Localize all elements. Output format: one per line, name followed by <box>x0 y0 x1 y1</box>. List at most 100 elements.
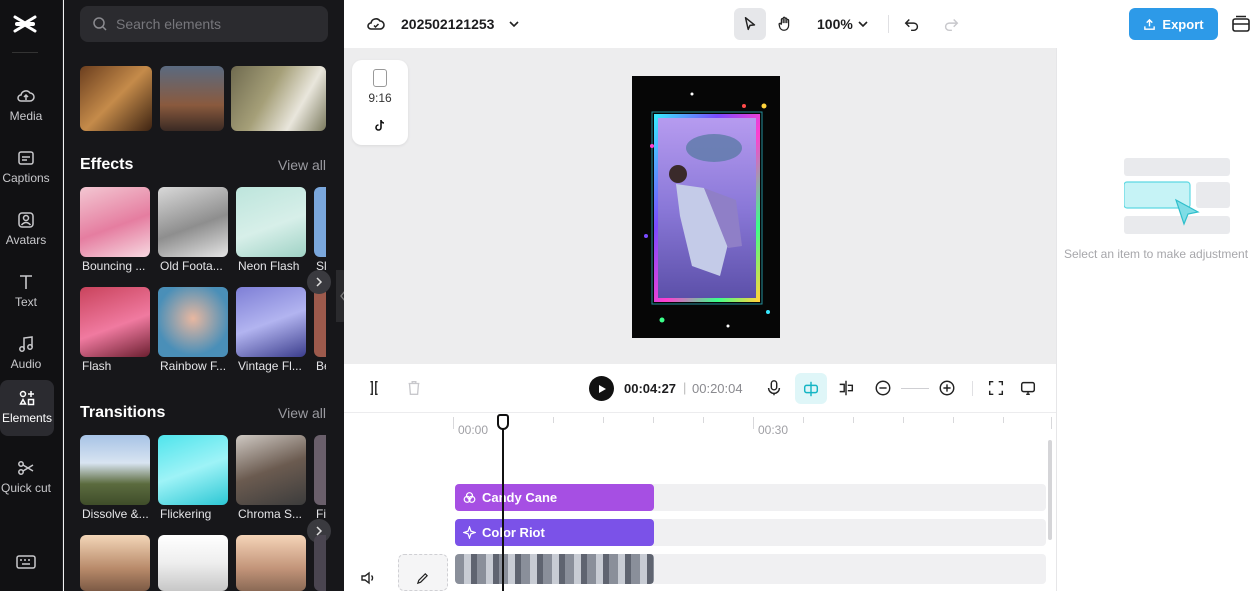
undo-icon <box>904 18 919 32</box>
volume-icon[interactable] <box>360 571 376 585</box>
magnet-snap-button[interactable] <box>795 373 827 404</box>
effects-title: Effects <box>80 156 134 173</box>
effect-thumbnail-rainbow[interactable] <box>158 287 228 357</box>
capcut-logo-icon[interactable] <box>12 11 38 37</box>
transition-caption: Chroma S... <box>238 507 303 521</box>
effect-thumbnail-neon-flash[interactable] <box>236 187 306 257</box>
effect-caption: Flash <box>82 359 112 373</box>
rail-label-media: Media <box>9 109 43 123</box>
effect-caption: Neon Flash <box>238 259 300 273</box>
rail-item-text[interactable]: Text <box>0 264 52 322</box>
effect-thumbnail-partial[interactable] <box>314 287 326 357</box>
effects-view-all-link[interactable]: View all <box>278 157 326 173</box>
redo-icon <box>944 18 959 32</box>
toolbar-divider <box>888 15 889 33</box>
rail-label-elements: Elements <box>1 411 53 425</box>
timeline-clip-candy-cane[interactable]: Candy Cane <box>455 484 654 511</box>
clip-label: Color Riot <box>482 525 545 540</box>
hand-tool-button[interactable] <box>769 8 801 40</box>
layers-stack-icon[interactable] <box>1231 15 1251 33</box>
top-bar: 202502121253 100% Export <box>344 0 1254 48</box>
transition-thumbnail-city-2[interactable] <box>236 535 306 591</box>
captions-icon <box>18 151 34 165</box>
effect-thumbnail-bouncing[interactable] <box>80 187 150 257</box>
timeline-clip-color-riot[interactable]: Color Riot <box>455 519 654 546</box>
transition-thumbnail-dissolve[interactable] <box>80 435 150 505</box>
delete-button[interactable] <box>402 376 426 400</box>
element-thumbnail-dog[interactable] <box>231 66 326 131</box>
element-thumbnail-tacos[interactable] <box>80 66 152 131</box>
snap-icon <box>803 381 819 396</box>
ruler-label: 00:00 <box>458 423 489 437</box>
rail-item-avatars[interactable]: Avatars <box>0 202 52 260</box>
search-input[interactable] <box>116 16 316 32</box>
playhead-line[interactable] <box>502 415 504 591</box>
effect-thumbnail-flash[interactable] <box>80 287 150 357</box>
search-box[interactable] <box>80 6 328 42</box>
playhead-handle[interactable] <box>497 414 509 430</box>
transition-thumbnail-chroma[interactable] <box>236 435 306 505</box>
preview-settings-button[interactable] <box>1016 376 1040 400</box>
aspect-ratio-card[interactable]: 9:16 <box>352 60 408 145</box>
zoom-chevron-down-icon[interactable] <box>856 17 870 31</box>
current-time: 00:04:27 <box>624 381 677 396</box>
transition-thumbnail-partial[interactable] <box>314 535 326 591</box>
ruler-tick <box>1051 417 1052 429</box>
effect-caption: Bouncing ... <box>82 259 146 273</box>
keyboard-icon[interactable] <box>16 554 36 570</box>
transition-thumbnail-city[interactable] <box>80 535 150 591</box>
project-name[interactable]: 202502121253 <box>401 16 494 32</box>
voiceover-button[interactable] <box>762 376 786 400</box>
redo-button[interactable] <box>935 8 967 40</box>
zoom-in-button[interactable] <box>935 376 959 400</box>
transition-thumbnail-city-fade[interactable] <box>158 535 228 591</box>
effects-next-button[interactable] <box>307 270 331 294</box>
chevron-right-icon <box>316 277 323 287</box>
effect-thumbnail-vintage[interactable] <box>236 287 306 357</box>
video-preview[interactable] <box>632 76 780 338</box>
ruler-tick <box>953 417 954 423</box>
select-item-illustration <box>1123 156 1232 236</box>
play-button[interactable] <box>589 376 614 401</box>
video-frame-image <box>644 92 770 328</box>
video-clip-thumbnails[interactable] <box>455 554 654 584</box>
monitor-icon <box>1020 381 1036 396</box>
cloud-sync-icon[interactable] <box>366 14 386 34</box>
timeline[interactable]: 00:00 00:30 Candy Cane Color Riot <box>344 413 1056 591</box>
ruler-tick <box>753 417 754 429</box>
rail-item-captions[interactable]: Captions <box>0 140 52 198</box>
fullscreen-button[interactable] <box>984 376 1008 400</box>
effect-thumbnail-partial[interactable] <box>314 187 326 257</box>
rail-item-audio[interactable]: Audio <box>0 326 52 384</box>
clip-label: Candy Cane <box>482 490 558 505</box>
ruler-tick <box>603 417 604 423</box>
rail-item-elements[interactable]: Elements <box>0 380 54 436</box>
cover-edit-box[interactable] <box>398 554 448 591</box>
transition-caption: Flickering <box>160 507 212 521</box>
export-button[interactable]: Export <box>1129 8 1218 40</box>
rail-label-captions: Captions <box>2 171 50 185</box>
ruler-tick <box>453 417 454 429</box>
undo-button[interactable] <box>896 8 928 40</box>
chevron-down-icon[interactable] <box>507 17 521 31</box>
music-note-icon <box>19 336 33 352</box>
rail-item-media[interactable]: Media <box>0 78 52 136</box>
ruler-tick <box>653 417 654 423</box>
split-button[interactable] <box>362 376 386 400</box>
rail-item-quick-cut[interactable]: Quick cut <box>0 450 52 512</box>
ruler-tick <box>553 417 554 423</box>
effect-thumbnail-old-footage[interactable] <box>158 187 228 257</box>
transition-thumbnail-flickering[interactable] <box>158 435 228 505</box>
export-label: Export <box>1162 16 1204 32</box>
zoom-slider[interactable] <box>901 388 929 389</box>
cloud-upload-icon <box>17 90 35 102</box>
element-thumbnail-street[interactable] <box>160 66 224 131</box>
select-tool-button[interactable] <box>734 8 766 40</box>
avatar-icon <box>18 212 34 228</box>
transitions-view-all-link[interactable]: View all <box>278 405 326 421</box>
timeline-scrollbar[interactable] <box>1048 440 1052 540</box>
align-button[interactable] <box>834 376 858 400</box>
transition-thumbnail-partial[interactable] <box>314 435 326 505</box>
zoom-level[interactable]: 100% <box>817 16 853 32</box>
zoom-out-button[interactable] <box>871 376 895 400</box>
